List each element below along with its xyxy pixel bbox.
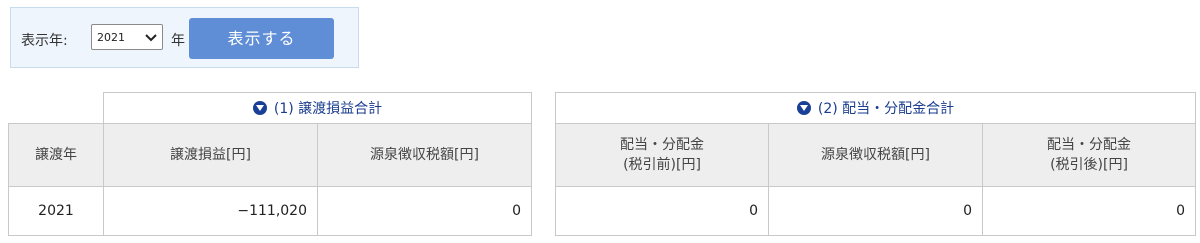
transfer-gain-table: (1) 譲渡損益合計 譲渡年 譲渡損益[円] 源泉徴収税額[円] 2021 −1… (8, 92, 532, 236)
year-filter-label: 表示年: (21, 33, 68, 49)
table-row: 2021 −111,020 0 (8, 186, 532, 236)
cell-transfer-gain: −111,020 (103, 186, 318, 236)
table-row: 0 0 0 (555, 186, 1197, 236)
table1-group-title: (1) 譲渡損益合計 (273, 101, 383, 117)
col-header-dividend-after-tax: 配当・分配金 (税引後)[円] (981, 123, 1197, 187)
year-select[interactable]: 2021 (91, 24, 163, 50)
table2-group-header[interactable]: (2) 配当・分配金合計 (554, 92, 1197, 124)
header-line: 源泉徴収税額[円] (821, 147, 930, 163)
table1-group-header[interactable]: (1) 譲渡損益合計 (103, 92, 532, 124)
col-header-withholding-tax: 源泉徴収税額[円] (768, 123, 983, 187)
cell-withholding-tax: 0 (317, 186, 532, 236)
cell-dividend-before-tax: 0 (555, 186, 769, 236)
cell-dividend-after-tax: 0 (981, 186, 1197, 236)
triangle-down-circle-icon (252, 101, 267, 115)
dividend-table: (2) 配当・分配金合計 配当・分配金 (税引前)[円] 源泉徴収税額[円] 配… (554, 92, 1197, 236)
table2-group-title: (2) 配当・分配金合計 (817, 101, 955, 117)
header-line: (税引前)[円] (623, 157, 701, 173)
col-header-withholding-tax: 源泉徴収税額[円] (317, 123, 532, 187)
col-header-transfer-gain: 譲渡損益[円] (103, 123, 318, 187)
header-line: 配当・分配金 (620, 137, 704, 153)
show-button[interactable]: 表示する (189, 18, 334, 59)
year-filter-panel: 表示年: 2021 年 表示する (10, 7, 359, 68)
cell-year: 2021 (8, 186, 104, 236)
col-header-dividend-before-tax: 配当・分配金 (税引前)[円] (555, 123, 769, 187)
cell-withholding-tax: 0 (768, 186, 983, 236)
chevron-down-icon (145, 34, 157, 42)
header-line: 配当・分配金 (1047, 137, 1132, 153)
table1-corner (9, 93, 104, 124)
year-select-value: 2021 (97, 31, 125, 44)
triangle-down-circle-icon (796, 101, 811, 115)
year-suffix-label: 年 (171, 33, 185, 49)
col-header-transfer-year: 譲渡年 (8, 123, 104, 187)
header-line: (税引後)[円] (1050, 157, 1128, 173)
